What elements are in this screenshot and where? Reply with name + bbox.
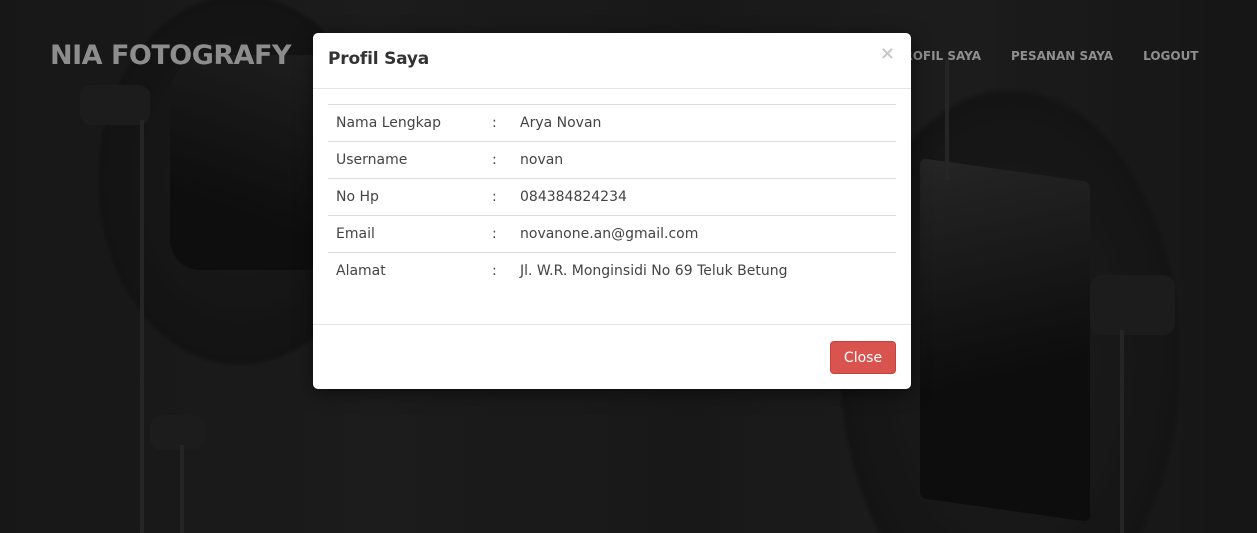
close-button[interactable]: Close bbox=[830, 341, 896, 374]
row-value: Arya Novan bbox=[520, 115, 602, 131]
modal-title: Profil Saya bbox=[328, 49, 430, 69]
row-label: Email bbox=[336, 226, 375, 242]
row-value: 084384824234 bbox=[520, 189, 627, 205]
top-nav: PROFIL SAYA PESANAN SAYA LOGOUT bbox=[906, 49, 1199, 63]
row-label: No Hp bbox=[336, 189, 379, 205]
profile-table: Nama Lengkap : Arya Novan Username : nov… bbox=[328, 104, 896, 290]
row-separator: : bbox=[492, 263, 497, 280]
nav-logout[interactable]: LOGOUT bbox=[1143, 49, 1198, 63]
row-value: novan bbox=[520, 152, 564, 168]
table-row: Username : novan bbox=[328, 141, 896, 179]
nav-profil-saya[interactable]: PROFIL SAYA bbox=[906, 49, 981, 63]
modal-body: Nama Lengkap : Arya Novan Username : nov… bbox=[313, 89, 911, 305]
nav-pesanan-saya[interactable]: PESANAN SAYA bbox=[1011, 49, 1113, 63]
brand-logo[interactable]: NIA FOTOGRAFY bbox=[50, 40, 292, 71]
table-row: Alamat : Jl. W.R. Monginsidi No 69 Teluk… bbox=[328, 252, 896, 290]
row-label: Nama Lengkap bbox=[336, 115, 441, 131]
row-separator: : bbox=[492, 152, 497, 168]
row-separator: : bbox=[492, 189, 497, 205]
row-separator: : bbox=[492, 115, 497, 131]
table-row: Nama Lengkap : Arya Novan bbox=[328, 104, 896, 142]
row-value: novanone.an@gmail.com bbox=[520, 226, 699, 242]
row-separator: : bbox=[492, 226, 497, 242]
modal-footer: Close bbox=[313, 324, 911, 389]
table-row: Email : novanone.an@gmail.com bbox=[328, 215, 896, 253]
close-icon[interactable]: × bbox=[880, 45, 895, 63]
row-label: Username bbox=[336, 152, 408, 168]
profile-modal: Profil Saya × Nama Lengkap : Arya Novan … bbox=[313, 33, 911, 389]
row-value: Jl. W.R. Monginsidi No 69 Teluk Betung bbox=[520, 263, 788, 280]
table-row: No Hp : 084384824234 bbox=[328, 178, 896, 216]
row-label: Alamat bbox=[336, 263, 386, 280]
modal-header: Profil Saya × bbox=[313, 33, 911, 89]
